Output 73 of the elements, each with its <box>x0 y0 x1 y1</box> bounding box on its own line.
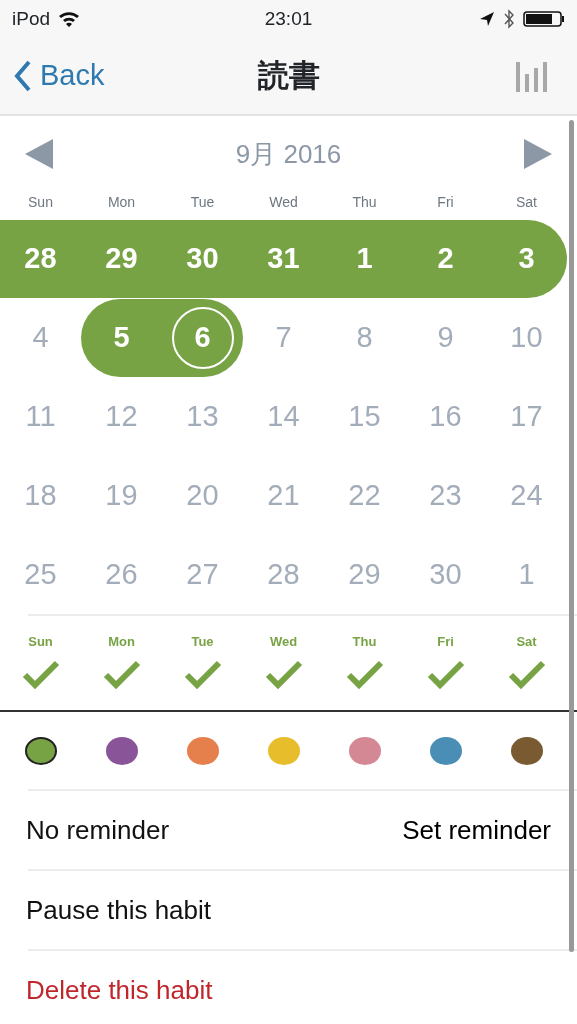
weekday-label: Fri <box>436 193 455 212</box>
habit-action[interactable]: Pause this habit <box>26 890 211 930</box>
stats-icon[interactable] <box>515 60 549 92</box>
calendar-day[interactable]: 22 <box>333 464 396 527</box>
calendar-day[interactable]: 26 <box>90 543 153 606</box>
weekday-label: Tue <box>189 193 216 212</box>
previous-month-arrow-icon[interactable] <box>24 138 54 170</box>
nav-title: 読書 <box>257 56 320 95</box>
set-reminder-button[interactable]: Set reminder <box>402 810 551 850</box>
color-swatch[interactable] <box>348 736 381 765</box>
calendar-day[interactable]: 23 <box>414 464 477 527</box>
calendar-day[interactable]: 28 <box>252 543 315 606</box>
weekday-toggle[interactable]: Tue <box>191 632 214 652</box>
calendar-day[interactable]: 8 <box>333 306 396 369</box>
back-button[interactable]: Back <box>14 54 105 98</box>
calendar-day[interactable]: 1 <box>495 543 558 606</box>
weekday-label: Thu <box>351 193 378 212</box>
calendar-day[interactable]: 9 <box>414 306 477 369</box>
calendar-day[interactable]: 16 <box>414 385 477 448</box>
weekday-toggle[interactable]: Sun <box>28 632 53 652</box>
weekday-toggle[interactable]: Fri <box>437 632 454 652</box>
calendar-day[interactable]: 29 <box>90 227 153 290</box>
calendar-day[interactable]: 28 <box>9 227 72 290</box>
device-name: iPod <box>12 6 51 31</box>
battery-icon <box>523 10 565 28</box>
calendar-day[interactable]: 10 <box>495 306 558 369</box>
calendar-day[interactable]: 12 <box>90 385 153 448</box>
color-swatch[interactable] <box>186 736 219 765</box>
weekday-label: Mon <box>106 193 137 212</box>
calendar-day[interactable]: 2 <box>414 227 477 290</box>
weekday-label: Wed <box>268 193 299 212</box>
chevron-left-icon <box>14 60 32 92</box>
next-month-arrow-icon[interactable] <box>523 138 553 170</box>
reminder-status: No reminder <box>26 813 170 847</box>
color-swatch[interactable] <box>267 736 300 765</box>
calendar-day[interactable]: 14 <box>252 385 315 448</box>
calendar-day[interactable]: 20 <box>171 464 234 527</box>
bluetooth-icon <box>503 9 515 29</box>
calendar-day[interactable]: 30 <box>171 227 234 290</box>
calendar-day[interactable]: 29 <box>333 543 396 606</box>
weekday-toggle[interactable]: Thu <box>352 632 377 652</box>
calendar-day[interactable]: 3 <box>495 227 558 290</box>
color-swatch[interactable] <box>24 736 57 765</box>
calendar-day[interactable]: 19 <box>90 464 153 527</box>
weekday-label: Sun <box>27 193 54 212</box>
color-swatch[interactable] <box>105 736 138 765</box>
calendar-day[interactable]: 17 <box>495 385 558 448</box>
calendar-day[interactable]: 27 <box>171 543 234 606</box>
calendar-day[interactable]: 1 <box>333 227 396 290</box>
calendar-day[interactable]: 30 <box>414 543 477 606</box>
month-label: 9月 2016 <box>235 137 342 171</box>
calendar-day[interactable]: 24 <box>495 464 558 527</box>
calendar-day[interactable]: 6 <box>171 306 234 369</box>
color-swatch[interactable] <box>429 736 462 765</box>
calendar-day[interactable]: 21 <box>252 464 315 527</box>
calendar-day[interactable]: 4 <box>9 306 72 369</box>
delete-habit-action[interactable]: Delete this habit <box>26 970 213 1010</box>
calendar-day[interactable]: 18 <box>9 464 72 527</box>
status-time: 23:01 <box>264 6 313 31</box>
calendar-day[interactable]: 5 <box>90 306 153 369</box>
calendar-day[interactable]: 15 <box>333 385 396 448</box>
calendar-day[interactable]: 13 <box>171 385 234 448</box>
color-swatch[interactable] <box>510 736 543 765</box>
weekday-toggle[interactable]: Sat <box>516 632 537 652</box>
calendar-day[interactable]: 11 <box>9 385 72 448</box>
weekday-toggle[interactable]: Mon <box>108 632 135 652</box>
weekday-toggle[interactable]: Wed <box>269 632 298 652</box>
calendar-day[interactable]: 25 <box>9 543 72 606</box>
location-icon <box>479 11 495 27</box>
wifi-icon <box>58 11 81 27</box>
weekday-label: Sat <box>515 193 538 212</box>
calendar-day[interactable]: 7 <box>252 306 315 369</box>
calendar-day[interactable]: 31 <box>252 227 315 290</box>
